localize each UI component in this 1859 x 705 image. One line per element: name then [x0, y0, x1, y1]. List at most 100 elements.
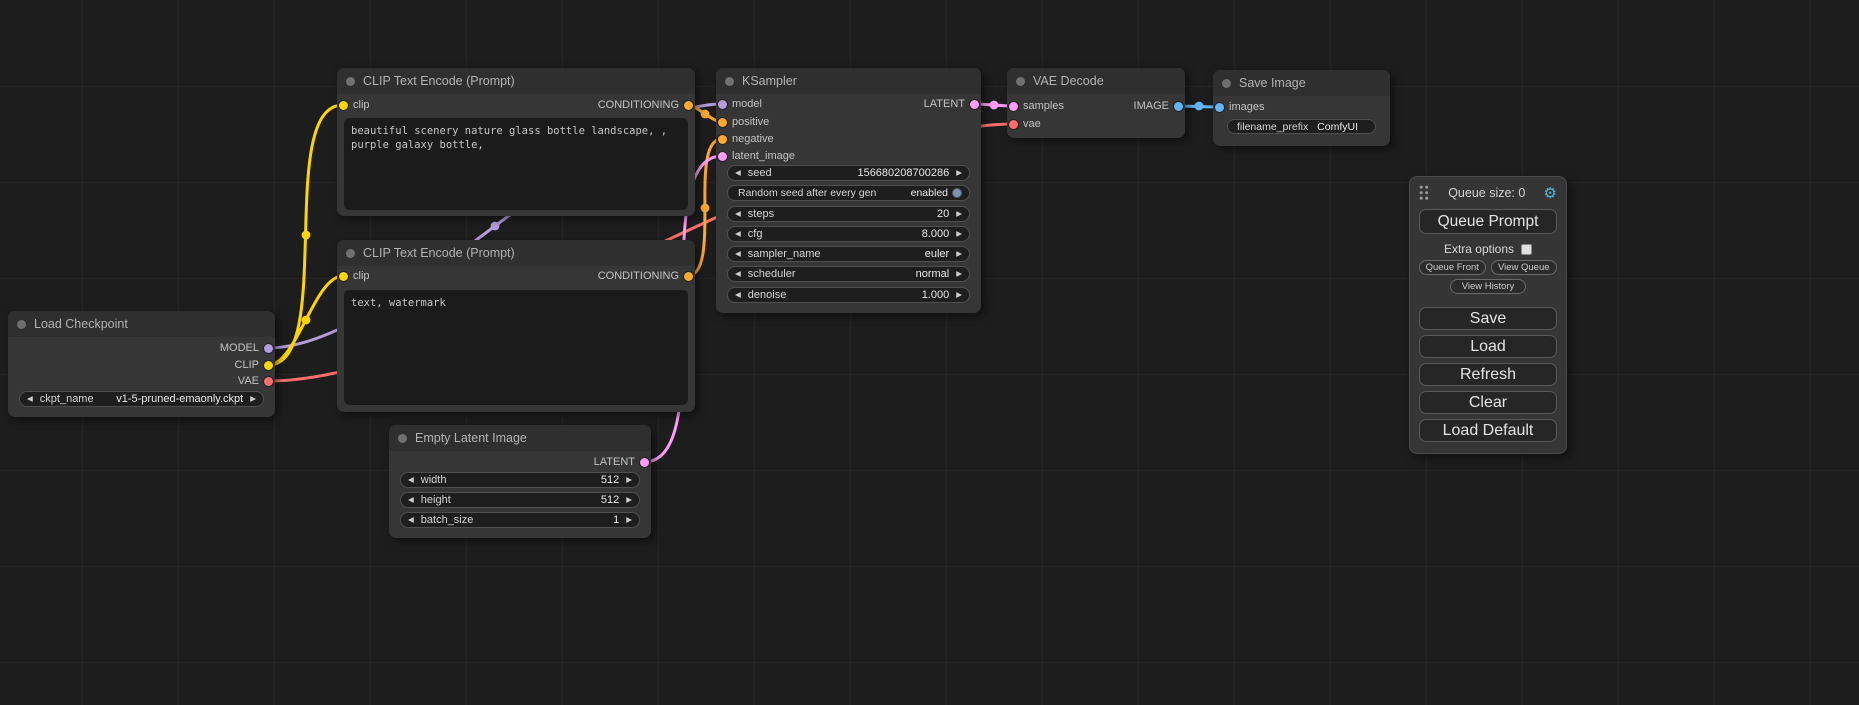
node-title-bar[interactable]: Empty Latent Image [389, 425, 651, 451]
samples-input-port[interactable] [1009, 102, 1018, 111]
batch-size-widget[interactable]: ◀ batch_size 1 ▶ [400, 512, 640, 528]
filename-prefix-widget[interactable]: filename_prefix ComfyUI [1227, 119, 1376, 134]
input-slot-positive: positive [718, 115, 769, 129]
latent-output-port[interactable] [640, 458, 649, 467]
node-save-image[interactable]: Save Image images filename_prefix ComfyU… [1213, 70, 1390, 146]
cfg-widget[interactable]: ◀ cfg 8.000 ▶ [727, 226, 970, 242]
node-collapse-dot-icon[interactable] [346, 249, 355, 258]
node-empty-latent-image[interactable]: Empty Latent Image LATENT ◀ width 512 ▶ … [389, 425, 651, 538]
node-collapse-dot-icon[interactable] [346, 77, 355, 86]
prev-value-arrow-icon[interactable]: ◀ [735, 230, 741, 238]
vae-output-port[interactable] [264, 377, 273, 386]
negative-prompt-textarea[interactable]: text, watermark [344, 290, 688, 405]
prev-value-arrow-icon[interactable]: ◀ [27, 395, 33, 403]
prev-value-arrow-icon[interactable]: ◀ [735, 169, 741, 177]
menu-drag-handle-icon[interactable] [1419, 185, 1430, 201]
conditioning-output-port[interactable] [684, 272, 693, 281]
node-title-bar[interactable]: CLIP Text Encode (Prompt) [337, 240, 695, 266]
next-value-arrow-icon[interactable]: ▶ [956, 270, 962, 278]
settings-gear-icon[interactable]: ⚙ [1544, 186, 1557, 201]
save-button[interactable]: Save [1419, 307, 1557, 330]
wire-midpoint-dot [701, 110, 710, 119]
input-slot-negative: negative [718, 132, 774, 146]
prev-value-arrow-icon[interactable]: ◀ [735, 291, 741, 299]
prev-value-arrow-icon[interactable]: ◀ [735, 210, 741, 218]
vae-input-port[interactable] [1009, 120, 1018, 129]
ckpt-name-widget[interactable]: ◀ ckpt_name v1-5-pruned-emaonly.ckpt ▶ [19, 391, 264, 407]
load-button[interactable]: Load [1419, 335, 1557, 358]
wire-midpoint-dot [302, 316, 311, 325]
slot-label: CONDITIONING [598, 270, 679, 282]
denoise-widget[interactable]: ◀ denoise 1.000 ▶ [727, 287, 970, 303]
node-collapse-dot-icon[interactable] [1016, 77, 1025, 86]
sampler-name-widget[interactable]: ◀ sampler_name euler ▶ [727, 246, 970, 262]
queue-front-button[interactable]: Queue Front [1419, 260, 1486, 275]
node-collapse-dot-icon[interactable] [398, 434, 407, 443]
widget-name: width [421, 474, 447, 486]
prev-value-arrow-icon[interactable]: ◀ [408, 496, 414, 504]
steps-widget[interactable]: ◀ steps 20 ▶ [727, 206, 970, 222]
width-widget[interactable]: ◀ width 512 ▶ [400, 472, 640, 488]
next-value-arrow-icon[interactable]: ▶ [956, 250, 962, 258]
input-slot-clip: clip [339, 98, 370, 112]
prev-value-arrow-icon[interactable]: ◀ [735, 250, 741, 258]
node-title-bar[interactable]: CLIP Text Encode (Prompt) [337, 68, 695, 94]
slot-label: LATENT [924, 98, 965, 110]
model-output-port[interactable] [264, 344, 273, 353]
clip-input-port[interactable] [339, 272, 348, 281]
queue-prompt-button[interactable]: Queue Prompt [1419, 209, 1557, 234]
clip-input-port[interactable] [339, 101, 348, 110]
latent-output-port[interactable] [970, 100, 979, 109]
refresh-button[interactable]: Refresh [1419, 363, 1557, 386]
next-value-arrow-icon[interactable]: ▶ [956, 230, 962, 238]
view-history-button[interactable]: View History [1450, 279, 1526, 294]
next-value-arrow-icon[interactable]: ▶ [956, 210, 962, 218]
view-queue-button[interactable]: View Queue [1491, 260, 1558, 275]
history-row: View History [1419, 279, 1557, 294]
positive-input-port[interactable] [718, 118, 727, 127]
next-value-arrow-icon[interactable]: ▶ [956, 169, 962, 177]
widget-value: ComfyUI [1317, 121, 1358, 133]
next-value-arrow-icon[interactable]: ▶ [626, 476, 632, 484]
extra-options-checkbox[interactable] [1521, 244, 1532, 255]
node-title-bar[interactable]: KSampler [716, 68, 981, 94]
node-title-bar[interactable]: Save Image [1213, 70, 1390, 96]
next-value-arrow-icon[interactable]: ▶ [250, 395, 256, 403]
seed-widget[interactable]: ◀ seed 156680208700286 ▶ [727, 165, 970, 181]
negative-input-port[interactable] [718, 135, 727, 144]
next-value-arrow-icon[interactable]: ▶ [626, 496, 632, 504]
node-collapse-dot-icon[interactable] [17, 320, 26, 329]
load-default-button[interactable]: Load Default [1419, 419, 1557, 442]
scheduler-widget[interactable]: ◀ scheduler normal ▶ [727, 266, 970, 282]
prev-value-arrow-icon[interactable]: ◀ [408, 516, 414, 524]
widget-name: ckpt_name [40, 393, 94, 405]
image-output-port[interactable] [1174, 102, 1183, 111]
widget-value: enabled [911, 187, 948, 199]
prev-value-arrow-icon[interactable]: ◀ [408, 476, 414, 484]
height-widget[interactable]: ◀ height 512 ▶ [400, 492, 640, 508]
random-seed-toggle-widget[interactable]: Random seed after every gen enabled [727, 185, 970, 201]
prev-value-arrow-icon[interactable]: ◀ [735, 270, 741, 278]
node-title-bar[interactable]: Load Checkpoint [8, 311, 275, 337]
conditioning-output-port[interactable] [684, 101, 693, 110]
node-graph-canvas[interactable]: Load Checkpoint MODEL CLIP VAE ◀ ckpt_na… [0, 0, 1859, 705]
node-load-checkpoint[interactable]: Load Checkpoint MODEL CLIP VAE ◀ ckpt_na… [8, 311, 275, 417]
node-clip-text-encode-positive[interactable]: CLIP Text Encode (Prompt) clip CONDITION… [337, 68, 695, 216]
node-collapse-dot-icon[interactable] [725, 77, 734, 86]
next-value-arrow-icon[interactable]: ▶ [626, 516, 632, 524]
model-input-port[interactable] [718, 100, 727, 109]
node-title-text: Empty Latent Image [415, 431, 527, 445]
clip-output-port[interactable] [264, 361, 273, 370]
node-title-bar[interactable]: VAE Decode [1007, 68, 1185, 94]
toggle-on-indicator[interactable] [952, 188, 962, 198]
node-vae-decode[interactable]: VAE Decode samples vae IMAGE [1007, 68, 1185, 138]
node-collapse-dot-icon[interactable] [1222, 79, 1231, 88]
clear-button[interactable]: Clear [1419, 391, 1557, 414]
images-input-port[interactable] [1215, 103, 1224, 112]
node-ksampler[interactable]: KSampler model positive negative latent_… [716, 68, 981, 313]
latent-image-input-port[interactable] [718, 152, 727, 161]
input-slot-vae: vae [1009, 117, 1041, 131]
node-clip-text-encode-negative[interactable]: CLIP Text Encode (Prompt) clip CONDITION… [337, 240, 695, 412]
next-value-arrow-icon[interactable]: ▶ [956, 291, 962, 299]
positive-prompt-textarea[interactable]: beautiful scenery nature glass bottle la… [344, 118, 688, 210]
